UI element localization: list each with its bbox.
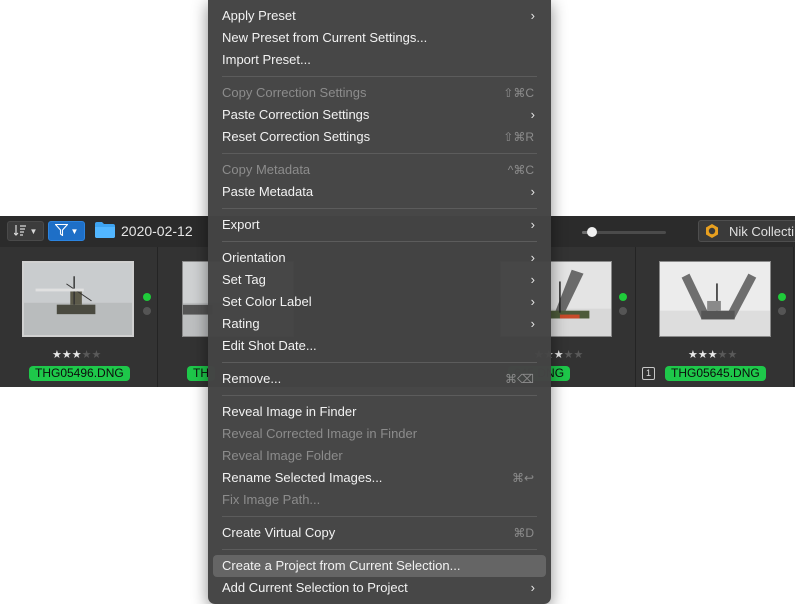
menu-item-label: Set Tag [222,272,266,287]
filename-label: THG05645.DNG [665,366,766,381]
color-label-dot [778,293,786,301]
menu-item-reveal-image-in-finder[interactable]: Reveal Image in Finder [213,401,546,423]
menu-item-export[interactable]: Export › [213,214,546,236]
folder-name[interactable]: 2020-02-12 [121,223,193,239]
menu-item-reveal-corrected-image-in-finder: Reveal Corrected Image in Finder [213,423,546,445]
nik-collection-icon [706,224,718,238]
menu-item-label: Create Virtual Copy [222,525,336,540]
chevron-right-icon: › [530,316,535,331]
tag-indicator[interactable]: 1 [642,367,655,380]
thumbnail-image[interactable] [22,261,134,337]
filter-icon [53,223,69,239]
menu-separator [222,395,537,396]
chevron-right-icon: › [530,217,535,232]
menu-separator [222,208,537,209]
menu-item-label: Paste Metadata [222,184,314,199]
menu-item-label: Orientation [222,250,286,265]
menu-item-orientation[interactable]: Orientation › [213,247,546,269]
nik-collection-label: Nik Collecti [729,223,795,239]
menu-item-set-color-label[interactable]: Set Color Label › [213,291,546,313]
screen: ▼ ▼ 2020-02-12 Nik Collecti ★★★★★ THG054… [0,0,795,604]
color-label-dot [143,293,151,301]
menu-item-shortcut: ⇧⌘R [503,130,534,144]
thumbnail-cell[interactable]: ★★★★★ 1 THG05645.DNG [636,247,794,387]
folder-icon [95,222,115,238]
menu-item-edit-shot-date[interactable]: Edit Shot Date... [213,335,546,357]
menu-item-create-a-project-from-current-selection[interactable]: Create a Project from Current Selection.… [213,555,546,577]
menu-item-rating[interactable]: Rating › [213,313,546,335]
menu-item-label: Add Current Selection to Project [222,580,408,595]
menu-item-shortcut: ⌘⌫ [505,372,534,386]
chevron-right-icon: › [530,272,535,287]
menu-item-create-virtual-copy[interactable]: Create Virtual Copy ⌘D [213,522,546,544]
menu-item-import-preset[interactable]: Import Preset... [213,49,546,71]
menu-item-shortcut: ⌘D [513,526,534,540]
menu-item-shortcut: ⇧⌘C [503,86,534,100]
filter-button[interactable]: ▼ [48,221,85,241]
menu-item-label: New Preset from Current Settings... [222,30,428,45]
status-dot [143,307,151,315]
menu-item-label: Reveal Image in Finder [222,404,357,419]
menu-separator [222,241,537,242]
chevron-right-icon: › [530,250,535,265]
menu-item-paste-metadata[interactable]: Paste Metadata › [213,181,546,203]
chevron-down-icon: ▼ [70,226,79,236]
chevron-right-icon: › [530,107,535,122]
menu-item-label: Reveal Image Folder [222,448,343,463]
zoom-slider-knob[interactable] [587,227,598,237]
menu-separator [222,516,537,517]
status-dot [619,307,627,315]
menu-item-new-preset-from-current-settings[interactable]: New Preset from Current Settings... [213,27,546,49]
thumbnail-image[interactable] [659,261,771,337]
sort-button[interactable]: ▼ [7,221,44,241]
menu-item-copy-metadata: Copy Metadata ^⌘C [213,159,546,181]
star-rating[interactable]: ★★★★★ [52,348,101,361]
menu-item-paste-correction-settings[interactable]: Paste Correction Settings › [213,104,546,126]
menu-item-reset-correction-settings[interactable]: Reset Correction Settings ⇧⌘R [213,126,546,148]
star-rating[interactable]: ★★★★★ [688,348,737,361]
menu-item-label: Create a Project from Current Selection.… [222,558,461,573]
menu-item-label: Fix Image Path... [222,492,321,507]
menu-item-label: Reveal Corrected Image in Finder [222,426,418,441]
context-menu: Apply Preset › New Preset from Current Set… [208,0,551,604]
menu-item-fix-image-path: Fix Image Path... [213,489,546,511]
menu-item-rename-selected-images[interactable]: Rename Selected Images... ⌘↩ [213,467,546,489]
menu-item-label: Rating [222,316,260,331]
chevron-right-icon: › [530,184,535,199]
menu-separator [222,362,537,363]
chevron-right-icon: › [530,580,535,595]
menu-item-add-current-selection-to-project[interactable]: Add Current Selection to Project › [213,577,546,599]
chevron-down-icon: ▼ [29,226,38,236]
menu-item-label: Set Color Label [222,294,312,309]
menu-separator [222,549,537,550]
menu-item-remove[interactable]: Remove... ⌘⌫ [213,368,546,390]
menu-separator [222,153,537,154]
menu-item-shortcut: ^⌘C [507,163,534,177]
chevron-right-icon: › [530,294,535,309]
menu-item-label: Apply Preset [222,8,296,23]
menu-separator [222,76,537,77]
menu-item-apply-preset[interactable]: Apply Preset › [213,5,546,27]
menu-item-label: Copy Correction Settings [222,85,367,100]
menu-item-label: Import Preset... [222,52,311,67]
filename-label: THG05496.DNG [29,366,130,381]
menu-item-reveal-image-folder: Reveal Image Folder [213,445,546,467]
menu-item-label: Rename Selected Images... [222,470,383,485]
status-dot [778,307,786,315]
zoom-slider[interactable] [582,227,666,237]
menu-item-set-tag[interactable]: Set Tag › [213,269,546,291]
menu-item-label: Edit Shot Date... [222,338,317,353]
menu-item-label: Remove... [222,371,282,386]
thumbnail-cell[interactable]: ★★★★★ THG05496.DNG [0,247,158,387]
sort-icon [13,224,27,239]
chevron-right-icon: › [530,8,535,23]
nik-collection-button[interactable]: Nik Collecti [698,220,795,242]
menu-item-shortcut: ⌘↩ [511,471,534,485]
menu-item-label: Export [222,217,260,232]
menu-item-label: Copy Metadata [222,162,311,177]
menu-item-copy-correction-settings: Copy Correction Settings ⇧⌘C [213,82,546,104]
menu-item-label: Reset Correction Settings [222,129,371,144]
menu-item-label: Paste Correction Settings [222,107,370,122]
color-label-dot [619,293,627,301]
